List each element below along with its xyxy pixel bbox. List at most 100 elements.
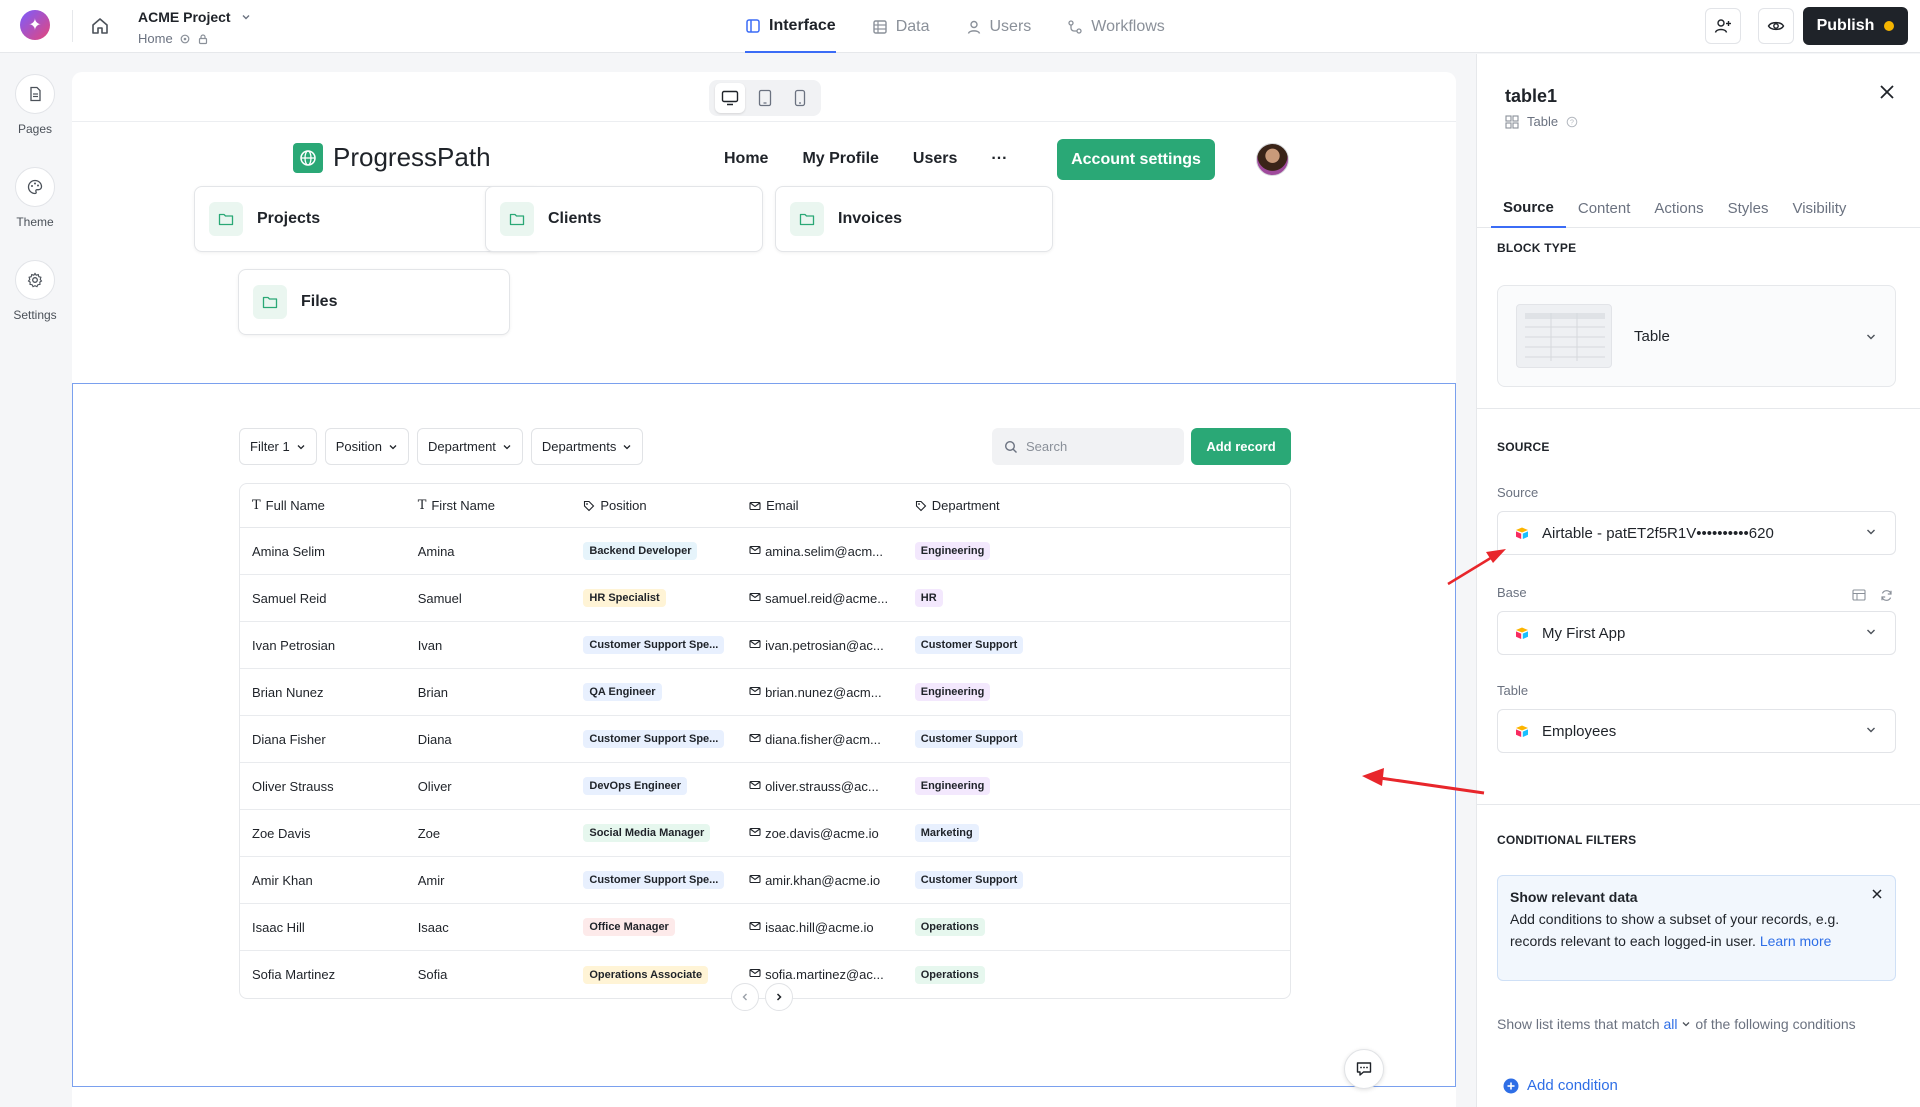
card-clients[interactable]: Clients (485, 186, 763, 252)
tab-interface[interactable]: Interface (745, 0, 836, 53)
table-icon[interactable] (1852, 589, 1866, 601)
refresh-icon[interactable] (1880, 589, 1893, 602)
cell-email: diana.fisher@acm... (737, 732, 903, 747)
tablet-icon[interactable] (750, 83, 780, 113)
column-header[interactable]: T First Name (406, 498, 572, 513)
tab-users[interactable]: Users (966, 0, 1031, 53)
home-icon[interactable] (86, 12, 114, 40)
account-settings-button[interactable]: Account settings (1057, 139, 1215, 180)
cell-full-name: Amir Khan (252, 872, 313, 888)
cell-email: ivan.petrosian@ac... (737, 638, 903, 653)
lock-icon (198, 33, 207, 44)
chevron-down-icon (1867, 629, 1875, 635)
rail-item-settings[interactable]: Settings (0, 260, 70, 322)
chevron-down-icon (623, 444, 631, 449)
table-row[interactable]: Diana Fisher Diana Customer Support Spe...… (240, 716, 1290, 763)
chat-icon[interactable] (1344, 1049, 1384, 1089)
mobile-icon[interactable] (785, 83, 815, 113)
position-tag: Customer Support Spe... (583, 636, 725, 654)
position-tag: HR Specialist (583, 589, 666, 607)
card-files[interactable]: Files (238, 269, 510, 335)
prev-page-button[interactable] (731, 983, 759, 1011)
nav-users[interactable]: Users (913, 150, 957, 168)
folder-icon (790, 202, 824, 236)
table-row[interactable]: Ivan Petrosian Ivan Customer Support Spe..… (240, 622, 1290, 669)
rail-item-pages[interactable]: Pages (0, 74, 70, 136)
block-type-select[interactable]: Table (1497, 285, 1896, 387)
add-condition-button[interactable]: Add condition (1503, 1077, 1618, 1094)
column-header[interactable]: Department (903, 498, 1290, 513)
invite-user-button[interactable] (1705, 8, 1741, 44)
tab-actions[interactable]: Actions (1642, 188, 1715, 228)
cell-position: Office Manager (571, 918, 737, 936)
base-select[interactable]: My First App (1497, 611, 1896, 655)
column-header[interactable]: Email (737, 498, 903, 513)
source-select[interactable]: Airtable - patET2f5R1V••••••••••620 (1497, 511, 1896, 555)
table-row[interactable]: Samuel Reid Samuel HR Specialist samuel.rei… (240, 575, 1290, 622)
cell-first-name: Samuel (417, 590, 462, 606)
app-logo[interactable]: ✦ (20, 10, 50, 40)
cell-position: Customer Support Spe... (571, 636, 737, 654)
filter-dropdown[interactable]: Position (324, 428, 409, 465)
filter-label: Filter 1 (250, 439, 290, 454)
column-header[interactable]: Position (571, 498, 737, 513)
project-name[interactable]: ACME Project (138, 9, 231, 25)
tab-styles[interactable]: Styles (1716, 188, 1781, 228)
mail-icon (749, 920, 761, 935)
close-icon[interactable] (1871, 888, 1883, 900)
properties-panel: table1 Table ? Source Content Actions St… (1476, 54, 1920, 1107)
table-row[interactable]: Isaac Hill Isaac Office Manager isaac.hill@… (240, 904, 1290, 951)
learn-more-link[interactable]: Learn more (1760, 933, 1832, 949)
block-title[interactable]: table1 (1505, 86, 1557, 107)
tab-visibility[interactable]: Visibility (1780, 188, 1858, 228)
nav-my-profile[interactable]: My Profile (802, 150, 878, 168)
cell-department: Operations (903, 965, 1290, 984)
position-tag: Office Manager (583, 918, 675, 936)
add-record-button[interactable]: Add record (1191, 428, 1291, 465)
tab-data[interactable]: Data (872, 0, 930, 53)
match-mode-select[interactable]: all (1664, 1016, 1692, 1032)
cell-email: zoe.davis@acme.io (737, 826, 903, 841)
cell-full-name: Amina Selim (252, 543, 325, 559)
table-preview-thumbnail (1516, 304, 1612, 368)
more-icon[interactable]: ··· (991, 150, 1007, 168)
table-select[interactable]: Employees (1497, 709, 1896, 753)
table-row[interactable]: Zoe Davis Zoe Social Media Manager zoe.davi… (240, 810, 1290, 857)
filter-dropdown[interactable]: Filter 1 (239, 428, 317, 465)
cell-full-name: Isaac Hill (252, 919, 305, 935)
publish-button[interactable]: Publish (1803, 7, 1908, 45)
tab-source[interactable]: Source (1491, 188, 1566, 228)
card-label: Clients (548, 210, 602, 227)
department-tag: Engineering (914, 542, 991, 560)
card-invoices[interactable]: Invoices (775, 186, 1053, 252)
column-header[interactable]: T Full Name (240, 498, 406, 513)
table-row[interactable]: Amina Selim Amina Backend Developer amina.s… (240, 528, 1290, 575)
tab-content[interactable]: Content (1566, 188, 1643, 228)
mail-icon (749, 638, 761, 653)
table-row[interactable]: Oliver Strauss Oliver DevOps Engineer olive… (240, 763, 1290, 810)
chevron-down-icon[interactable] (240, 10, 252, 28)
avatar[interactable] (1256, 143, 1289, 176)
device-toolbar (72, 72, 1456, 122)
brand[interactable]: ProgressPath (293, 142, 491, 173)
workflow-icon (1068, 19, 1082, 34)
tab-workflows[interactable]: Workflows (1067, 0, 1165, 53)
position-tag: QA Engineer (583, 683, 662, 701)
help-icon[interactable]: ? (1566, 116, 1578, 128)
table-row[interactable]: Amir Khan Amir Customer Support Spe... amir… (240, 857, 1290, 904)
table-block-selected[interactable]: Filter 1 Position Department Departments… (72, 383, 1456, 1087)
cell-full-name: Oliver Strauss (252, 778, 334, 794)
cell-full-name: Sofia Martinez (252, 967, 336, 982)
filter-dropdown[interactable]: Department (416, 428, 523, 465)
preview-button[interactable] (1758, 8, 1794, 44)
filter-dropdown[interactable]: Departments (530, 428, 644, 465)
search-input[interactable]: Search (992, 428, 1184, 465)
cell-department: Operations (903, 918, 1290, 936)
close-icon[interactable] (1877, 82, 1897, 107)
rail-label: Theme (16, 215, 54, 229)
desktop-icon[interactable] (715, 83, 746, 113)
nav-home[interactable]: Home (724, 150, 768, 168)
rail-item-theme[interactable]: Theme (0, 167, 70, 229)
table-row[interactable]: Brian Nunez Brian QA Engineer brian.nunez@a… (240, 669, 1290, 716)
next-page-button[interactable] (765, 983, 793, 1011)
